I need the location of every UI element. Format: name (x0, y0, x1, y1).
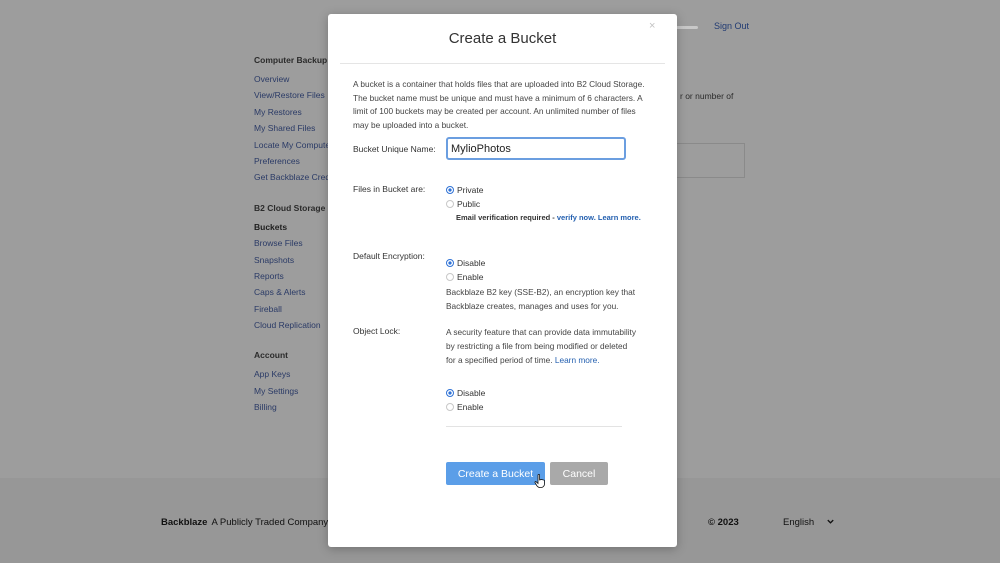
verify-now-link[interactable]: verify now. (557, 213, 596, 222)
background-box (676, 143, 745, 178)
sidebar-heading: Account (254, 350, 288, 361)
sidebar-item-my-settings[interactable]: My Settings (254, 386, 334, 402)
sidebar-item-overview[interactable]: Overview (254, 74, 334, 90)
radio-label: Private (457, 185, 484, 195)
header-bar-fragment (676, 26, 698, 29)
radio-lock-enable[interactable]: Enable (446, 402, 483, 414)
section-divider (446, 426, 622, 427)
radio-encryption-enable[interactable]: Enable (446, 272, 483, 284)
sidebar-item-get-backblaze-credit[interactable]: Get Backblaze Credit (254, 172, 334, 188)
radio-unselected-icon[interactable] (446, 199, 454, 208)
footer-tagline[interactable]: A Publicly Traded Company (211, 517, 328, 528)
sidebar-item-billing[interactable]: Billing (254, 402, 334, 418)
bucket-name-input[interactable] (446, 137, 626, 160)
learn-more-link[interactable]: Learn more. (598, 213, 641, 222)
sign-out-link[interactable]: Sign Out (714, 21, 749, 31)
sidebar-item-view-restore-files[interactable]: View/Restore Files (254, 90, 334, 106)
sidebar-item-browse-files[interactable]: Browse Files (254, 238, 334, 254)
hand-cursor-icon (534, 474, 545, 488)
radio-files-public[interactable]: Public (446, 199, 480, 211)
object-lock-description: A security feature that can provide data… (446, 325, 636, 367)
sidebar-group-computer-backup: Computer Backup Overview View/Restore Fi… (254, 55, 334, 189)
radio-label: Enable (457, 272, 484, 282)
radio-files-private[interactable]: Private (446, 185, 483, 197)
sidebar-item-cloud-replication[interactable]: Cloud Replication (254, 320, 334, 336)
radio-lock-disable[interactable]: Disable (446, 388, 485, 400)
sidebar-item-app-keys[interactable]: App Keys (254, 369, 334, 385)
language-selector[interactable]: English (783, 517, 814, 528)
object-lock-text: A security feature that can provide data… (446, 327, 637, 365)
sidebar-item-my-shared-files[interactable]: My Shared Files (254, 123, 334, 139)
chevron-down-icon[interactable] (826, 517, 835, 528)
sidebar-item-preferences[interactable]: Preferences (254, 156, 334, 172)
create-bucket-dialog: × Create a Bucket A bucket is a containe… (328, 14, 677, 547)
dialog-intro: A bucket is a container that holds files… (353, 79, 645, 130)
radio-unselected-icon[interactable] (446, 272, 454, 281)
radio-encryption-disable[interactable]: Disable (446, 258, 485, 270)
sidebar-group-account: Account App Keys My Settings Billing (254, 350, 334, 418)
object-lock-learn-more-link[interactable]: Learn more. (555, 355, 600, 365)
bucket-name-label: Bucket Unique Name: (353, 144, 436, 154)
radio-selected-icon[interactable] (446, 258, 454, 267)
background-text-fragment: r or number of (680, 91, 734, 101)
encryption-label: Default Encryption: (353, 251, 425, 261)
sidebar-heading: B2 Cloud Storage (254, 202, 326, 213)
sidebar-heading: Computer Backup (254, 55, 328, 65)
sidebar-item-reports[interactable]: Reports (254, 271, 334, 287)
sidebar: Computer Backup Overview View/Restore Fi… (254, 55, 334, 433)
radio-label: Disable (457, 388, 486, 398)
footer-brand: Backblaze A Publicly Traded Company (161, 517, 328, 528)
sidebar-item-fireball[interactable]: Fireball (254, 304, 334, 320)
create-bucket-button[interactable]: Create a Bucket (446, 462, 545, 485)
object-lock-label: Object Lock: (353, 326, 401, 336)
files-visibility-label: Files in Bucket are: (353, 184, 426, 194)
radio-unselected-icon[interactable] (446, 402, 454, 411)
radio-label: Public (457, 199, 481, 209)
radio-label: Disable (457, 258, 486, 268)
email-verification-note: Email verification required - verify now… (456, 213, 641, 222)
verification-text: Email verification required - (456, 213, 557, 222)
footer-brand-name[interactable]: Backblaze (161, 517, 207, 528)
footer-copyright: © 2023 (708, 517, 739, 528)
radio-selected-icon[interactable] (446, 185, 454, 194)
dialog-title: Create a Bucket (448, 30, 557, 47)
cancel-button[interactable]: Cancel (550, 462, 608, 485)
sidebar-item-snapshots[interactable]: Snapshots (254, 255, 334, 271)
sidebar-item-my-restores[interactable]: My Restores (254, 107, 334, 123)
radio-label: Enable (457, 402, 484, 412)
sidebar-item-caps-alerts[interactable]: Caps & Alerts (254, 287, 334, 303)
encryption-description: Backblaze B2 key (SSE-B2), an encryption… (446, 287, 636, 311)
title-divider (340, 63, 665, 64)
sidebar-group-b2-cloud-storage: B2 Cloud Storage Buckets Browse Files Sn… (254, 203, 334, 337)
sidebar-item-buckets[interactable]: Buckets (254, 222, 334, 238)
sidebar-item-locate-my-computer[interactable]: Locate My Computer (254, 140, 334, 156)
radio-selected-icon[interactable] (446, 388, 454, 397)
